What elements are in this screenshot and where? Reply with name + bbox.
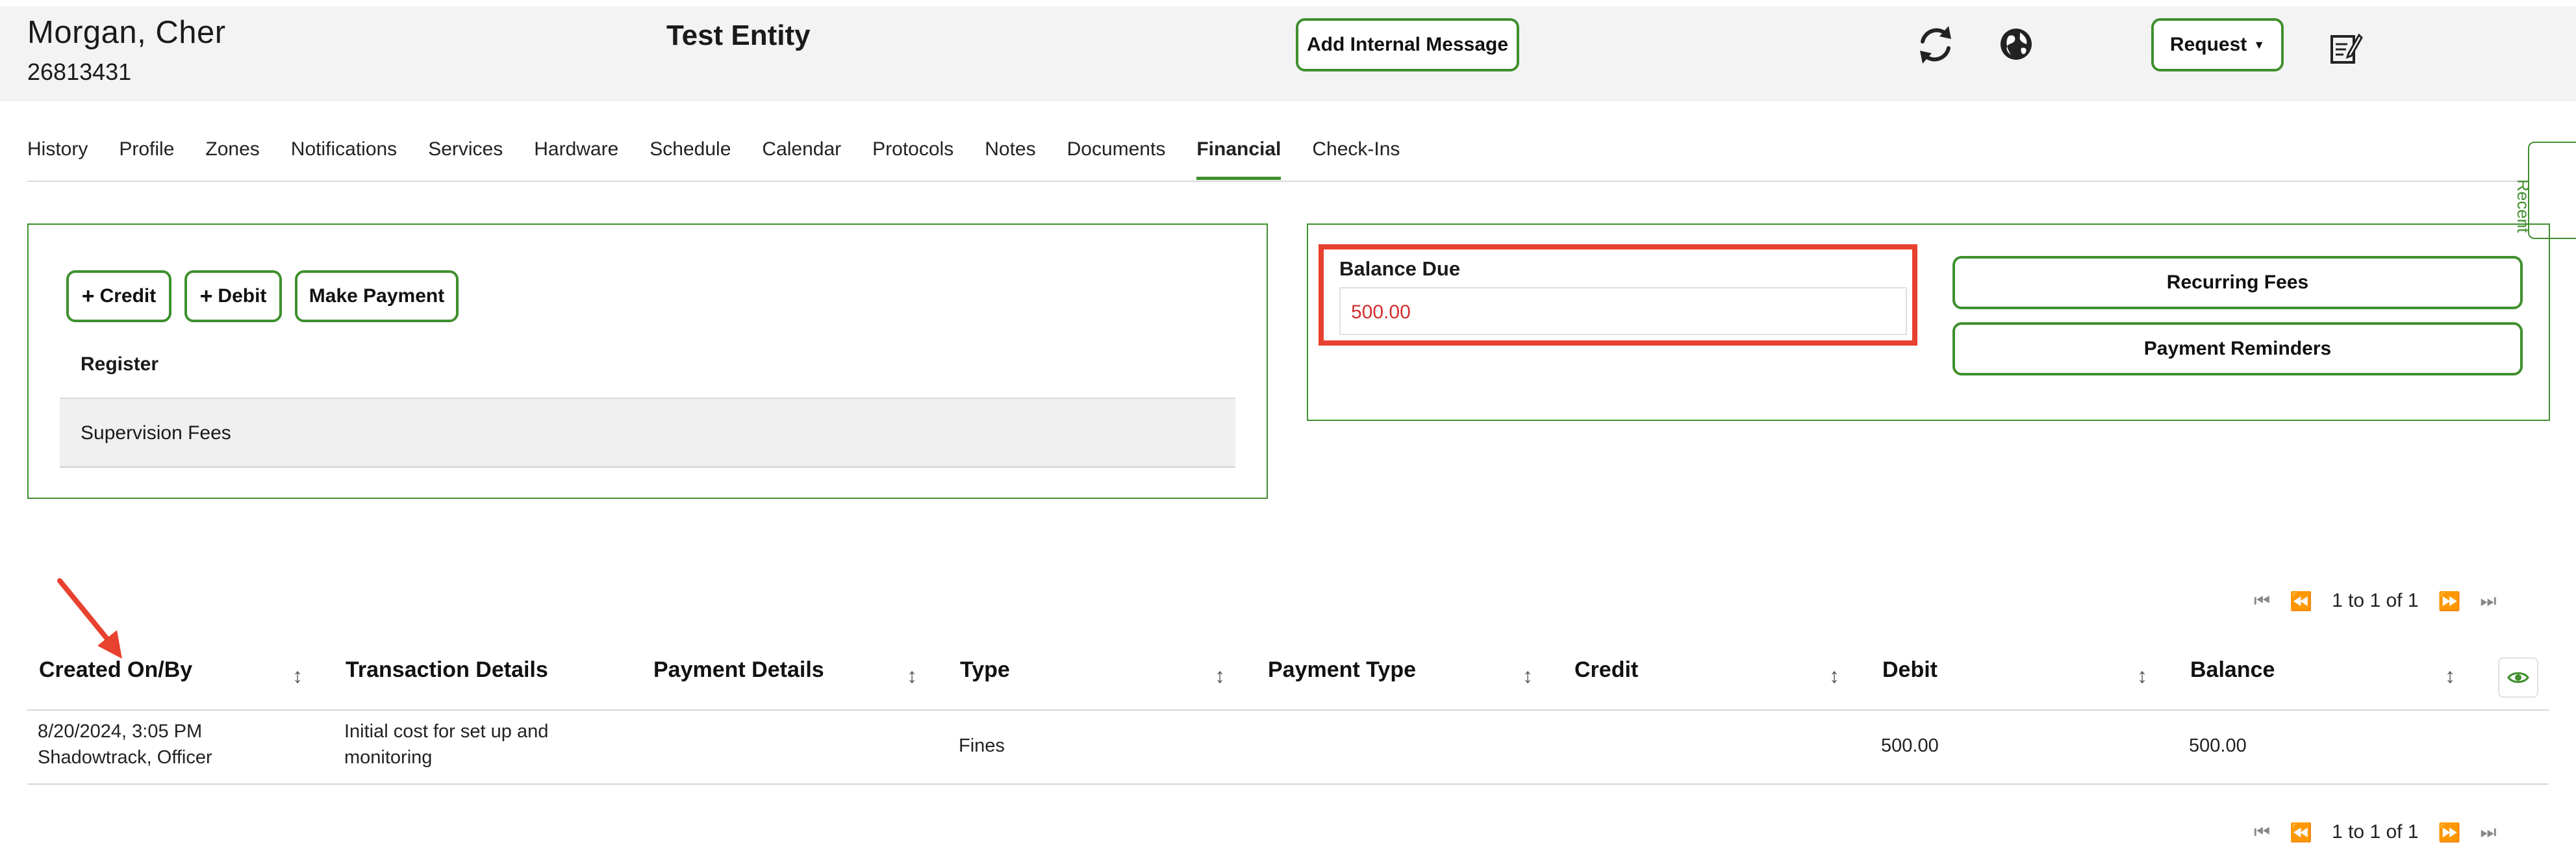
balance-due-field[interactable]: 500.00 xyxy=(1339,287,1907,335)
tab-bar: History Profile Zones Notifications Serv… xyxy=(27,134,1431,181)
register-heading: Register xyxy=(81,353,159,375)
eye-icon xyxy=(2507,672,2529,683)
globe-icon[interactable] xyxy=(1999,27,2033,61)
tab-hardware[interactable]: Hardware xyxy=(534,134,618,177)
red-arrow-annotation xyxy=(57,578,122,659)
pagination-top: ⏮ ⏪ 1 to 1 of 1 ⏩ ⏭ xyxy=(2254,585,2540,617)
previous-page-icon[interactable]: ⏪ xyxy=(2290,822,2312,843)
recurring-fees-button[interactable]: Recurring Fees xyxy=(1952,256,2523,309)
add-internal-message-button[interactable]: Add Internal Message xyxy=(1296,18,1519,71)
tab-history[interactable]: History xyxy=(27,134,88,177)
cell-transaction-details-cont: monitoring xyxy=(344,747,433,768)
cell-created-on: 8/20/2024, 3:05 PM xyxy=(38,721,203,742)
next-page-icon[interactable]: ⏩ xyxy=(2438,822,2461,843)
sort-icon[interactable]: ↕ xyxy=(1215,664,1225,688)
make-payment-button[interactable]: Make Payment xyxy=(295,270,459,322)
cell-transaction-details: Initial cost for set up and xyxy=(344,721,549,742)
register-item-label: Supervision Fees xyxy=(81,422,231,444)
column-visibility-button[interactable] xyxy=(2498,657,2538,698)
tab-profile[interactable]: Profile xyxy=(119,134,174,177)
tab-notes[interactable]: Notes xyxy=(985,134,1035,177)
sort-icon[interactable]: ↕ xyxy=(2445,664,2455,688)
sort-icon[interactable]: ↕ xyxy=(2137,664,2147,688)
column-header-credit[interactable]: Credit xyxy=(1574,657,1638,683)
sort-icon[interactable]: ↕ xyxy=(292,664,303,688)
next-page-icon[interactable]: ⏩ xyxy=(2438,591,2461,612)
sort-icon[interactable]: ↕ xyxy=(1522,664,1533,688)
pagination-bottom: ⏮ ⏪ 1 to 1 of 1 ⏩ ⏭ xyxy=(2254,816,2540,848)
cell-type: Fines xyxy=(959,735,1005,756)
tab-protocols[interactable]: Protocols xyxy=(872,134,953,177)
tab-financial[interactable]: Financial xyxy=(1196,134,1282,180)
column-header-payment-details[interactable]: Payment Details xyxy=(653,657,824,683)
column-header-debit[interactable]: Debit xyxy=(1882,657,1938,683)
page-indicator: 1 to 1 of 1 xyxy=(2332,821,2419,843)
tab-services[interactable]: Services xyxy=(428,134,503,177)
tab-notifications[interactable]: Notifications xyxy=(291,134,397,177)
edit-notes-icon[interactable] xyxy=(2329,31,2363,65)
cell-balance: 500.00 xyxy=(2189,735,2247,756)
entity-name: Test Entity xyxy=(666,19,811,51)
first-page-icon[interactable]: ⏮ xyxy=(2254,822,2270,843)
sort-icon[interactable]: ↕ xyxy=(907,664,917,688)
refresh-icon[interactable] xyxy=(1916,23,1955,66)
page-indicator: 1 to 1 of 1 xyxy=(2332,590,2419,611)
request-label: Request xyxy=(2169,34,2247,55)
debit-label: Debit xyxy=(218,285,267,307)
request-dropdown-button[interactable]: Request ▼ xyxy=(2151,18,2284,71)
tab-schedule[interactable]: Schedule xyxy=(650,134,731,177)
caret-down-icon: ▼ xyxy=(2253,38,2266,51)
table-row-divider xyxy=(27,783,2549,785)
register-row[interactable] xyxy=(60,398,1235,468)
sort-icon[interactable]: ↕ xyxy=(1829,664,1839,688)
column-header-created-on-by[interactable]: Created On/By xyxy=(39,657,192,683)
column-header-transaction-details[interactable]: Transaction Details xyxy=(346,657,548,683)
tab-zones[interactable]: Zones xyxy=(205,134,259,177)
cell-created-by: Shadowtrack, Officer xyxy=(38,747,212,768)
payment-reminders-button[interactable]: Payment Reminders xyxy=(1952,322,2523,375)
previous-page-icon[interactable]: ⏪ xyxy=(2290,591,2312,612)
column-header-payment-type[interactable]: Payment Type xyxy=(1268,657,1416,683)
credit-label: Credit xyxy=(99,285,157,307)
column-header-type[interactable]: Type xyxy=(960,657,1010,683)
tab-check-ins[interactable]: Check-Ins xyxy=(1312,134,1400,177)
add-credit-button[interactable]: + Credit xyxy=(66,270,171,322)
balance-due-label: Balance Due xyxy=(1339,257,1461,280)
first-page-icon[interactable]: ⏮ xyxy=(2254,591,2270,612)
column-header-balance[interactable]: Balance xyxy=(2190,657,2275,683)
cell-debit: 500.00 xyxy=(1881,735,1939,756)
person-name: Morgan, Cher xyxy=(27,15,226,50)
person-id: 26813431 xyxy=(27,58,132,85)
add-debit-button[interactable]: + Debit xyxy=(184,270,282,322)
plus-icon: + xyxy=(81,283,95,309)
last-page-icon[interactable]: ⏭ xyxy=(2480,591,2496,612)
last-page-icon[interactable]: ⏭ xyxy=(2480,822,2496,843)
tab-divider xyxy=(27,181,2558,182)
plus-icon: + xyxy=(199,283,213,309)
tab-documents[interactable]: Documents xyxy=(1067,134,1166,177)
tab-calendar[interactable]: Calendar xyxy=(762,134,841,177)
